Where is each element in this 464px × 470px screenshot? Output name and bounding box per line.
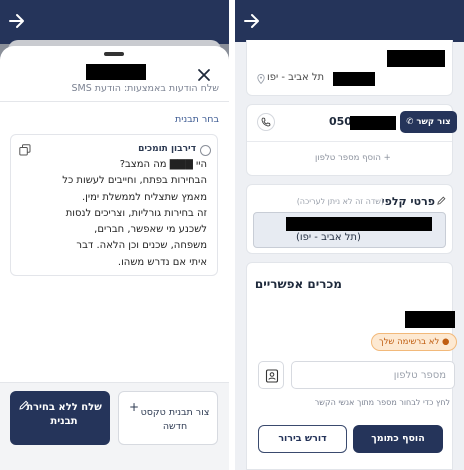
top-app-bar [0, 0, 229, 44]
send-message-sheet: שלח הודעות באמצעות: הודעת SMS בחר תבנית … [0, 46, 229, 470]
phone-number-input[interactable] [291, 361, 455, 389]
pick-contact-hint: לחץ כדי לבחור מספר מתוך אנשי הקשר [314, 398, 450, 407]
redacted-acquaintance-name [405, 311, 455, 328]
acquaintances-title: מכרים אפשריים [254, 277, 342, 291]
contact-button[interactable]: צור קשר ✆ [400, 111, 457, 133]
template-radio[interactable] [200, 145, 211, 156]
send-without-template-button[interactable]: שלח ללא בחירת תבנית [10, 391, 110, 445]
redacted-ballot-location [286, 217, 432, 231]
copy-icon[interactable] [19, 144, 31, 156]
redacted-contact-name [86, 64, 146, 80]
template-line: משפחה, שכנים וכן הלאה. דבר [76, 240, 207, 252]
arrow-right-icon[interactable] [6, 10, 28, 32]
needs-review-button[interactable]: דורש בירור [258, 425, 347, 453]
template-line: איתי אם נדרש משהו. [117, 256, 207, 268]
pick-contact-button[interactable] [258, 361, 284, 389]
sheet-grabber[interactable] [104, 52, 124, 56]
template-line: זה בחירות גורליות, וצריכים לנסות [65, 207, 207, 219]
sheet-header: שלח הודעות באמצעות: הודעת SMS [0, 58, 229, 102]
ballot-field: (תל אביב - יפו) [253, 212, 446, 248]
redacted-name [387, 50, 445, 67]
template-title: דירבון תומכים [138, 144, 196, 154]
pencil-icon [437, 196, 446, 205]
template-card[interactable]: דירבון תומכים היי ▇▇▇ מה המצב? הבחירות ב… [10, 134, 218, 276]
redacted-street [333, 72, 375, 86]
close-icon[interactable] [196, 67, 212, 83]
send-channel-subtitle: שלח הודעות באמצעות: הודעת SMS [71, 83, 219, 94]
ballot-title: פרטי קלפי [381, 195, 435, 208]
add-as-supporter-button[interactable]: הוסף כתומך [353, 425, 443, 453]
right-screen: תל אביב - יפו 050 צור קשר ✆ + הוסף מספר … [235, 0, 464, 470]
phone-icon [261, 117, 271, 127]
redacted-phone-number [350, 116, 396, 130]
contact-book-icon [265, 369, 279, 383]
address-card: תל אביב - יפו [246, 40, 453, 96]
create-template-button[interactable]: + צור תבנית טקסט חדשה [118, 391, 218, 445]
ballot-readonly-hint: (שדה זה לא ניתן לעריכה) [296, 197, 384, 206]
left-screen: שלח הודעות באמצעות: הודעת SMS בחר תבנית … [0, 0, 229, 470]
not-in-list-badge: ● לא ברשימה שלך [371, 333, 458, 351]
choose-template-label: בחר תבנית [175, 114, 219, 125]
contact-button-label: צור קשר [416, 117, 451, 127]
call-button[interactable] [257, 113, 275, 131]
template-line: היי ▇▇▇ מה המצב? [119, 159, 207, 170]
arrow-right-icon[interactable] [241, 10, 263, 32]
phone-number-prefix: 050 [329, 115, 352, 128]
divider [247, 141, 452, 142]
plus-icon: + [129, 400, 140, 414]
add-phone-link[interactable]: + הוסף מספר טלפון [315, 153, 391, 163]
ballot-city: (תל אביב - יפו) [296, 232, 361, 243]
template-line: לשכנע מי שאפשר, חברים, [94, 224, 207, 236]
top-app-bar [235, 0, 464, 42]
send-without-template-label: שלח ללא בחירת תבנית [26, 402, 102, 427]
ballot-details-card: פרטי קלפי (שדה זה לא ניתן לעריכה) (תל אב… [246, 184, 453, 254]
template-line: הבחירות בפתח, וחייבים לעשות כל [62, 175, 207, 187]
possible-acquaintances-card: מכרים אפשריים ● לא ברשימה שלך לחץ כדי לב… [246, 262, 458, 470]
create-template-label: צור תבנית טקסט חדשה [140, 407, 210, 432]
template-body: היי ▇▇▇ מה המצב? הבחירות בפתח, וחייבים ל… [15, 157, 207, 271]
phone-icon: ✆ [406, 117, 414, 127]
location-pin-icon [257, 74, 265, 84]
template-line: מאמץ שתצליח לממשלת ימין. [81, 191, 207, 203]
sheet-footer: שלח ללא בחירת תבנית + צור תבנית טקסט חדש… [0, 382, 229, 470]
phone-card: 050 צור קשר ✆ + הוסף מספר טלפון [246, 104, 457, 176]
address-city: תל אביב - יפו [267, 72, 325, 83]
